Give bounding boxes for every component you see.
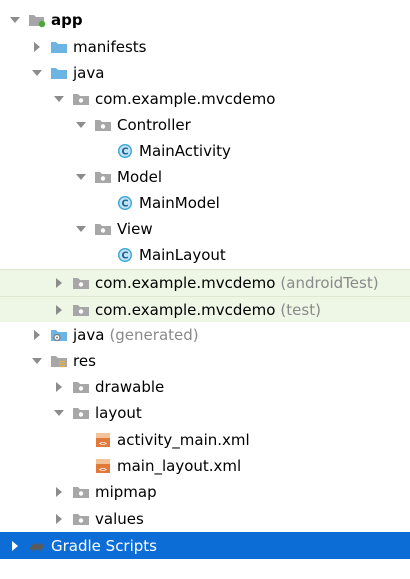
- gradle-icon: [28, 538, 46, 554]
- tree-row-main-layout[interactable]: C MainLayout: [0, 242, 410, 268]
- chevron-down-icon[interactable]: [74, 222, 88, 236]
- tree-label: Gradle Scripts: [51, 536, 157, 555]
- tree-row-main-activity[interactable]: C MainActivity: [0, 138, 410, 164]
- package-icon: [72, 379, 90, 395]
- tree-row-manifests[interactable]: manifests: [0, 34, 410, 60]
- tree-label-suffix: (test): [280, 300, 321, 319]
- package-icon: [94, 117, 112, 133]
- tree-row-main-layout-xml[interactable]: <> main_layout.xml: [0, 453, 410, 479]
- folder-icon: [50, 65, 68, 81]
- chevron-down-icon[interactable]: [52, 406, 66, 420]
- tree-label: View: [117, 220, 153, 238]
- chevron-down-icon[interactable]: [30, 354, 44, 368]
- tree-row-controller[interactable]: Controller: [0, 112, 410, 138]
- chevron-right-icon[interactable]: [30, 40, 44, 54]
- tree-row-java-generated[interactable]: java (generated): [0, 322, 410, 348]
- tree-row-view[interactable]: View: [0, 216, 410, 242]
- tree-label: com.example.mvcdemo: [95, 274, 276, 292]
- tree-label: res: [73, 352, 96, 370]
- chevron-right-icon[interactable]: [52, 276, 66, 290]
- tree-label-suffix: (generated): [109, 326, 199, 344]
- tree-label: com.example.mvcdemo: [95, 300, 276, 319]
- xml-file-icon: <>: [94, 432, 112, 448]
- package-icon: [72, 484, 90, 500]
- chevron-right-icon[interactable]: [52, 303, 66, 317]
- class-icon: C: [116, 143, 134, 159]
- svg-text:C: C: [122, 251, 129, 262]
- tree-label: java: [73, 64, 105, 82]
- tree-row-gradle-scripts[interactable]: Gradle Scripts: [0, 532, 410, 559]
- package-icon: [72, 302, 90, 318]
- chevron-down-icon[interactable]: [52, 92, 66, 106]
- chevron-down-icon[interactable]: [8, 13, 22, 27]
- tree-row-activity-main-xml[interactable]: <> activity_main.xml: [0, 427, 410, 453]
- tree-row-app[interactable]: app: [0, 7, 410, 33]
- tree-row-drawable[interactable]: drawable: [0, 374, 410, 400]
- tree-label: values: [95, 510, 144, 528]
- tree-label: app: [51, 11, 83, 29]
- tree-label: MainActivity: [139, 142, 231, 160]
- folder-icon: [50, 39, 68, 55]
- chevron-down-icon[interactable]: [30, 66, 44, 80]
- chevron-right-icon[interactable]: [52, 485, 66, 499]
- svg-text:<>: <>: [99, 439, 107, 447]
- class-icon: C: [116, 195, 134, 211]
- chevron-down-icon[interactable]: [74, 170, 88, 184]
- resources-folder-icon: [50, 353, 68, 369]
- tree-row-res[interactable]: res: [0, 348, 410, 374]
- module-folder-icon: [28, 12, 46, 28]
- tree-label: manifests: [73, 38, 147, 56]
- package-icon: [94, 169, 112, 185]
- svg-text:C: C: [122, 147, 129, 158]
- tree-row-values[interactable]: values: [0, 506, 410, 532]
- package-icon: [72, 511, 90, 527]
- tree-row-package-main[interactable]: com.example.mvcdemo: [0, 86, 410, 112]
- xml-file-icon: <>: [94, 458, 112, 474]
- chevron-right-icon[interactable]: [52, 380, 66, 394]
- svg-text:C: C: [122, 199, 129, 210]
- tree-row-layout[interactable]: layout: [0, 400, 410, 426]
- tree-row-mipmap[interactable]: mipmap: [0, 479, 410, 505]
- tree-label: MainLayout: [139, 246, 226, 264]
- package-icon: [72, 91, 90, 107]
- tree-row-model[interactable]: Model: [0, 164, 410, 190]
- tree-label: mipmap: [95, 483, 157, 501]
- tree-label: java: [73, 326, 105, 344]
- tree-label: Model: [117, 168, 163, 186]
- tree-label: layout: [95, 404, 142, 422]
- generated-folder-icon: [50, 327, 68, 343]
- tree-label: com.example.mvcdemo: [95, 90, 276, 108]
- chevron-right-icon[interactable]: [8, 539, 22, 553]
- chevron-right-icon[interactable]: [52, 512, 66, 526]
- class-icon: C: [116, 247, 134, 263]
- package-icon: [94, 221, 112, 237]
- tree-label: main_layout.xml: [117, 457, 242, 475]
- tree-label: drawable: [95, 378, 165, 396]
- package-icon: [72, 405, 90, 421]
- tree-row-package-android-test[interactable]: com.example.mvcdemo (androidTest): [0, 269, 410, 296]
- tree-row-java[interactable]: java: [0, 60, 410, 86]
- tree-row-package-test[interactable]: com.example.mvcdemo (test): [0, 296, 410, 322]
- chevron-down-icon[interactable]: [74, 118, 88, 132]
- package-icon: [72, 275, 90, 291]
- chevron-right-icon[interactable]: [30, 328, 44, 342]
- tree-label-suffix: (androidTest): [280, 274, 379, 292]
- tree-label: Controller: [117, 116, 191, 134]
- tree-label: activity_main.xml: [117, 431, 250, 449]
- svg-text:<>: <>: [99, 465, 107, 473]
- project-tree: app manifests java com.example.mvcdemo C…: [0, 0, 410, 579]
- tree-row-main-model[interactable]: C MainModel: [0, 190, 410, 216]
- tree-label: MainModel: [139, 194, 220, 212]
